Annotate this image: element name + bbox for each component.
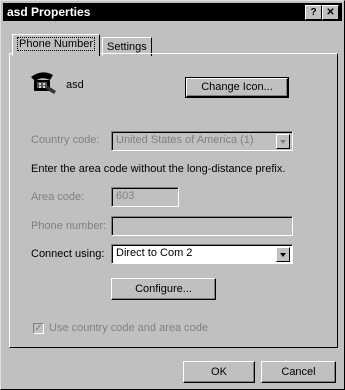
title-bar: asd Properties ? ✕ bbox=[3, 3, 342, 21]
help-button[interactable]: ? bbox=[305, 5, 322, 20]
connect-using-value: Direct to Com 2 bbox=[116, 247, 193, 259]
area-code-label: Area code: bbox=[31, 191, 85, 203]
tab-phone-number[interactable]: Phone Number bbox=[12, 34, 100, 56]
connect-using-select[interactable]: Direct to Com 2 bbox=[111, 244, 293, 264]
ok-button-label: OK bbox=[211, 366, 227, 378]
area-code-instructions: Enter the area code without the long-dis… bbox=[31, 163, 286, 175]
tab-phone-number-label: Phone Number bbox=[17, 37, 95, 51]
connect-using-label: Connect using: bbox=[31, 248, 105, 260]
tab-settings-label: Settings bbox=[107, 41, 147, 53]
cancel-button[interactable]: Cancel bbox=[261, 361, 336, 383]
window-title: asd Properties bbox=[7, 5, 91, 19]
phone-number-input[interactable] bbox=[111, 216, 293, 236]
phone-number-label: Phone number: bbox=[31, 220, 107, 232]
area-code-input[interactable]: 603 bbox=[111, 187, 179, 207]
close-button[interactable]: ✕ bbox=[322, 5, 339, 20]
use-country-code-label: Use country code and area code bbox=[49, 322, 208, 334]
properties-dialog: asd Properties ? ✕ Phone Number Settings… bbox=[0, 0, 345, 390]
phone-number-panel: asd Change Icon... Country code: United … bbox=[9, 53, 338, 348]
country-code-label: Country code: bbox=[31, 134, 100, 146]
country-code-select[interactable]: United States of America (1) bbox=[111, 131, 293, 151]
country-code-dropdown-arrow-icon[interactable] bbox=[276, 134, 290, 149]
entry-name: asd bbox=[66, 79, 84, 91]
phone-icon bbox=[28, 69, 58, 95]
ok-button[interactable]: OK bbox=[183, 361, 255, 383]
area-code-value: 603 bbox=[116, 190, 135, 202]
country-code-value: United States of America (1) bbox=[116, 134, 254, 146]
change-icon-button-label: Change Icon... bbox=[201, 81, 273, 93]
connect-using-dropdown-arrow-icon[interactable] bbox=[276, 247, 290, 262]
configure-button-label: Configure... bbox=[135, 283, 192, 295]
cancel-button-label: Cancel bbox=[281, 366, 316, 378]
use-country-code-checkbox[interactable]: ✓ bbox=[33, 323, 44, 334]
configure-button[interactable]: Configure... bbox=[111, 278, 216, 300]
change-icon-button[interactable]: Change Icon... bbox=[185, 77, 289, 98]
